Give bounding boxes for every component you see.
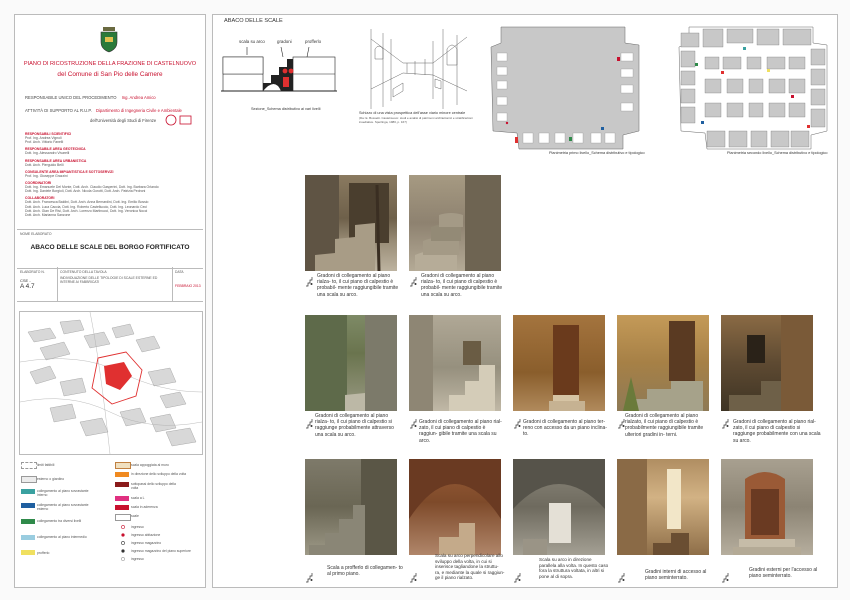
legend-item: sottopassi dello sviluppo della volta bbox=[131, 482, 176, 490]
sketch-source: (Da: E. Bussetti. Castelnuovo: studi e a… bbox=[359, 116, 473, 124]
photo-stair-8 bbox=[305, 459, 397, 555]
drawing-title: ABACO DELLE SCALE DEL BORGO FORTIFICATO bbox=[30, 244, 190, 251]
legend-item: collegamento al piano sovrastante estern… bbox=[37, 503, 89, 511]
drawing-date: FEBBRAIO 2013 bbox=[175, 284, 201, 288]
photo-stair-7 bbox=[721, 315, 813, 411]
responsabile-row: RESPONSABILE UNICO DEL PROCEDIMENTO Ing.… bbox=[25, 95, 156, 100]
floor-plan-level-2 bbox=[671, 23, 831, 153]
caption-photo-2: Gradoni di collegamento al piano rialza-… bbox=[421, 273, 503, 298]
legend-item: in direzione dello sviluppo della volta bbox=[131, 472, 187, 476]
credit-section: COORDINATORI Dott. Ing. Emanuele Del Mon… bbox=[25, 181, 159, 194]
legend-item: collegamento al piano intermedio bbox=[37, 535, 87, 539]
stair-symbol-icon bbox=[410, 419, 417, 429]
photo-stair-1 bbox=[305, 175, 397, 271]
caption-photo-6: Gradoni di collegamento al piano rialzat… bbox=[625, 413, 704, 438]
legend-item: scala appoggiata al muro bbox=[131, 463, 169, 467]
photo-stair-11 bbox=[617, 459, 709, 555]
photo-stair-6 bbox=[617, 315, 709, 411]
nome-elaborato-label: NOME ELABORATO bbox=[20, 232, 52, 236]
diagram-caption: Sezione_Schema distributivo ai vari live… bbox=[251, 107, 321, 111]
credits: RESPONSABILI SCIENTIFICI Prof. Ing. Andr… bbox=[25, 132, 201, 217]
credit-section: COLLABORATORI Dott. Arch. Francesca Bald… bbox=[25, 196, 149, 218]
caption-photo-1: Gradoni di collegamento al piano rialza-… bbox=[317, 273, 399, 298]
stair-symbol-icon bbox=[618, 573, 625, 583]
sketch-caption: Schizzo di una vista prospettica dell'as… bbox=[359, 111, 466, 115]
caption-photo-7: Gradoni di collegamento al piano rial- z… bbox=[733, 419, 821, 444]
credit-section: RESPONSABILI SCIENTIFICI Prof. Ing. Andr… bbox=[25, 132, 72, 145]
stair-symbol-icon bbox=[410, 277, 417, 287]
stair-symbol-icon bbox=[306, 419, 313, 429]
coat-of-arms-icon bbox=[99, 27, 119, 53]
caption-photo-3: Gradoni di collegamento al piano rialza-… bbox=[315, 413, 394, 438]
stair-symbol-icon bbox=[410, 573, 417, 583]
credit-section: CONSULENTE AREA IMPIANTISTICA E SOTTOSER… bbox=[25, 169, 114, 178]
legend: limiti fattibili esterno o giardino coll… bbox=[19, 459, 201, 583]
floor-plan-level-1 bbox=[483, 23, 643, 153]
photo-stair-5 bbox=[513, 315, 605, 411]
plan2-caption: Planimetria secondo livello_Schema distr… bbox=[727, 151, 828, 155]
university-logo-icon bbox=[165, 113, 193, 126]
legend-item: scale bbox=[131, 514, 139, 518]
caption-photo-4: Gradoni di collegamento al piano rial- z… bbox=[419, 419, 502, 444]
legend-item: collegamento al piano sovrastante intern… bbox=[37, 489, 89, 497]
legend-item: ingresso magazzino bbox=[131, 541, 162, 545]
photo-stair-12 bbox=[721, 459, 813, 555]
legend-item: ingresso bbox=[131, 557, 144, 561]
drawing-title-box: NOME ELABORATO ABACO DELLE SCALE DEL BOR… bbox=[17, 229, 203, 269]
caption-photo-11: Gradini interni di accesso al piano semi… bbox=[645, 569, 707, 582]
legend-item: ingresso magazzino del piano superiore bbox=[131, 549, 191, 553]
entrance-symbols-icon bbox=[121, 525, 125, 561]
stair-symbol-icon bbox=[306, 277, 313, 287]
legend-item: collegamento tra diversi livelli bbox=[37, 519, 82, 523]
photo-stair-9 bbox=[409, 459, 501, 555]
photo-stair-2 bbox=[409, 175, 501, 271]
section-title: ABACO DELLE SCALE bbox=[224, 18, 283, 24]
caption-photo-5: Gradoni di collegamento al piano ter- re… bbox=[523, 419, 607, 438]
legend-item: scala in aderenza bbox=[131, 505, 158, 509]
caption-photo-8: Scala a profferlo di collegamen- to al p… bbox=[327, 565, 403, 578]
drawing-sheet: PIANO DI RICOSTRUZIONE DELLA FRAZIONE DI… bbox=[0, 0, 850, 600]
location-map bbox=[19, 311, 203, 455]
section-diagram: scala su arco gradoni profferlo Sezione_… bbox=[221, 37, 337, 115]
content-area: ABACO DELLE SCALE scala su arco gradoni … bbox=[212, 14, 838, 588]
photo-stair-3 bbox=[305, 315, 397, 411]
legend-item: limiti fattibili bbox=[37, 463, 55, 467]
credit-section: RESPONSABILE AREA URBANISTICA Dott. Arch… bbox=[25, 158, 87, 167]
municipality-title: del Comune di San Pio delle Camere bbox=[57, 71, 163, 78]
plan1-caption: Planimetria primo livello_Schema distrib… bbox=[549, 151, 645, 155]
legend-item: esterno o giardino bbox=[37, 477, 65, 481]
university-name: dell'Università degli Studi di Firenze bbox=[90, 118, 157, 123]
drawing-content: INDIVIDUAZIONE DELLE TIPOLOGIE DI SCALE … bbox=[60, 276, 158, 285]
title-block: PIANO DI RICOSTRUZIONE DELLA FRAZIONE DI… bbox=[14, 14, 206, 588]
stair-symbol-icon bbox=[514, 419, 521, 429]
legend-item: ingresso bbox=[131, 525, 144, 529]
drawing-number: A 4.7 bbox=[20, 283, 35, 290]
photo-stair-4 bbox=[409, 315, 501, 411]
legend-item: profferlo bbox=[37, 551, 50, 555]
stair-symbol-icon bbox=[514, 573, 521, 583]
legend-item: ingresso abitazione bbox=[131, 533, 161, 537]
caption-photo-12: Gradini esterni per l'accesso al piano s… bbox=[749, 567, 818, 580]
plan-title: PIANO DI RICOSTRUZIONE DELLA FRAZIONE DI… bbox=[23, 61, 197, 67]
photo-stair-10 bbox=[513, 459, 605, 555]
credit-section: RESPONSABILE AREA GEOTECNICA Dott. Ing. … bbox=[25, 147, 86, 156]
caption-photo-10: Scala su arco in direzione parallela all… bbox=[539, 557, 609, 579]
caption-photo-9: Scala su arco perpendicolare allo svilup… bbox=[435, 553, 505, 581]
drawing-info-row: ELABORATO N. CSE - A 4.7 CONTENUTO DELLA… bbox=[17, 267, 203, 302]
perspective-sketch bbox=[363, 29, 475, 109]
stair-symbol-icon bbox=[722, 419, 729, 429]
stair-symbol-icon bbox=[306, 573, 313, 583]
stair-symbol-icon bbox=[722, 573, 729, 583]
legend-item: scala a L bbox=[131, 496, 145, 500]
